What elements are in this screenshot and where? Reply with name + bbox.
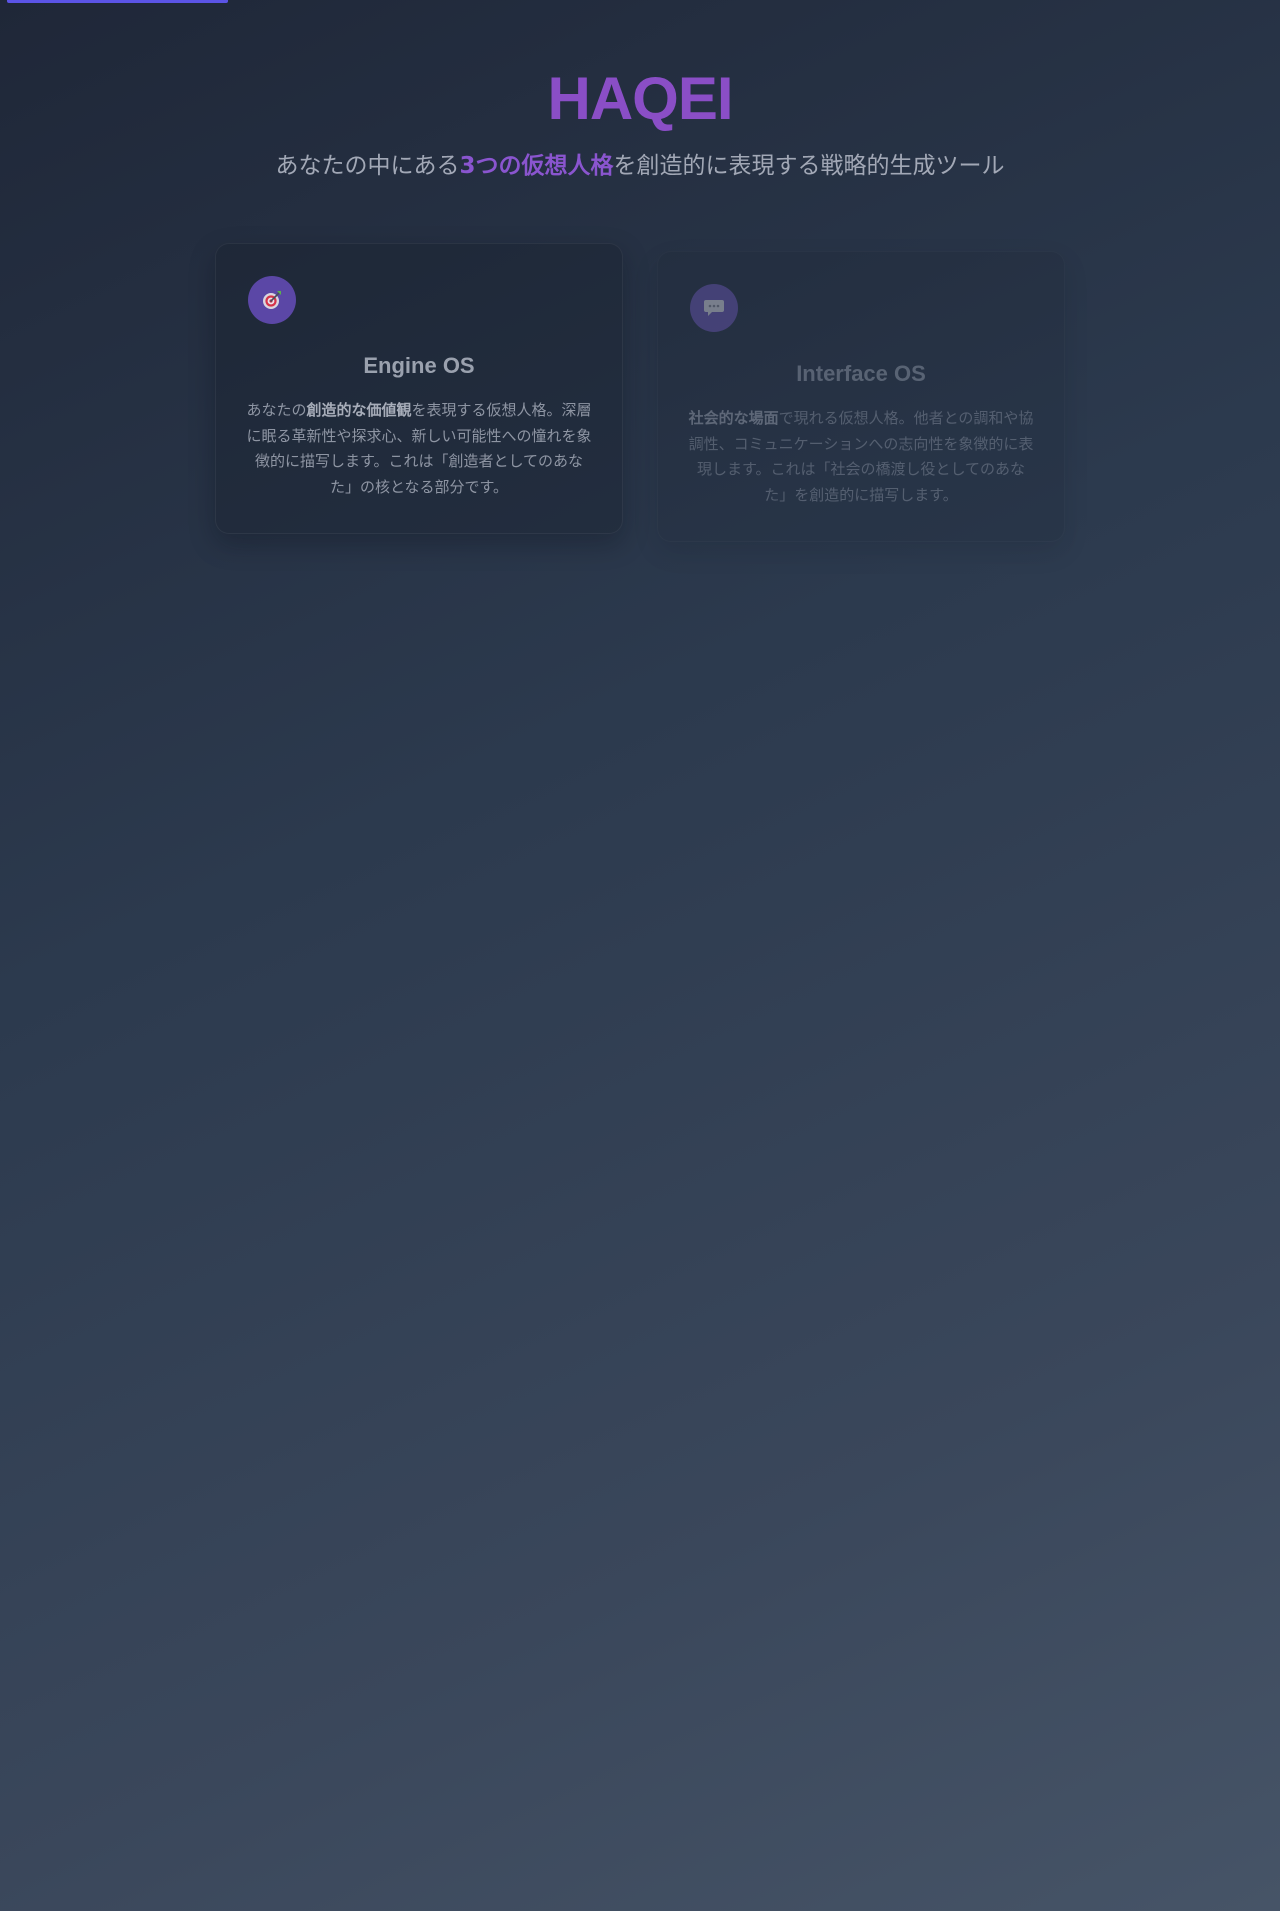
interface-os-card[interactable]: Interface OS 社会的な場面で現れる仮想人格。他者との調和や協調性、コ… [657, 251, 1065, 542]
desc-prefix: あなたの [246, 401, 307, 419]
speech-bubble-icon [690, 284, 738, 332]
progress-bar [7, 0, 228, 3]
subtitle-suffix: を創造的に表現する戦略的生成ツール [613, 153, 1005, 179]
card-title: Interface OS [796, 361, 926, 386]
app-title: HAQEI [547, 65, 733, 132]
subtitle-prefix: あなたの中にある [275, 153, 460, 179]
subtitle-highlight: 3つの仮想人格 [459, 153, 614, 179]
card-description: あなたの創造的な価値観を表現する仮想人格。深層に眠る革新性や探求心、新しい可能性… [244, 398, 594, 500]
engine-os-card[interactable]: Engine OS あなたの創造的な価値観を表現する仮想人格。深層に眠る革新性や… [215, 243, 623, 534]
desc-emphasis: 創造的な価値観 [306, 401, 412, 419]
hero: HAQEI あなたの中にある3つの仮想人格を創造的に表現する戦略的生成ツール [0, 62, 1280, 182]
target-icon [248, 276, 296, 324]
desc-emphasis: 社会的な場面 [688, 409, 779, 427]
card-description: 社会的な場面で現れる仮想人格。他者との調和や協調性、コミュニケーションへの志向性… [686, 406, 1036, 508]
app-subtitle: あなたの中にある3つの仮想人格を創造的に表現する戦略的生成ツール [0, 150, 1280, 182]
card-title: Engine OS [363, 353, 475, 378]
